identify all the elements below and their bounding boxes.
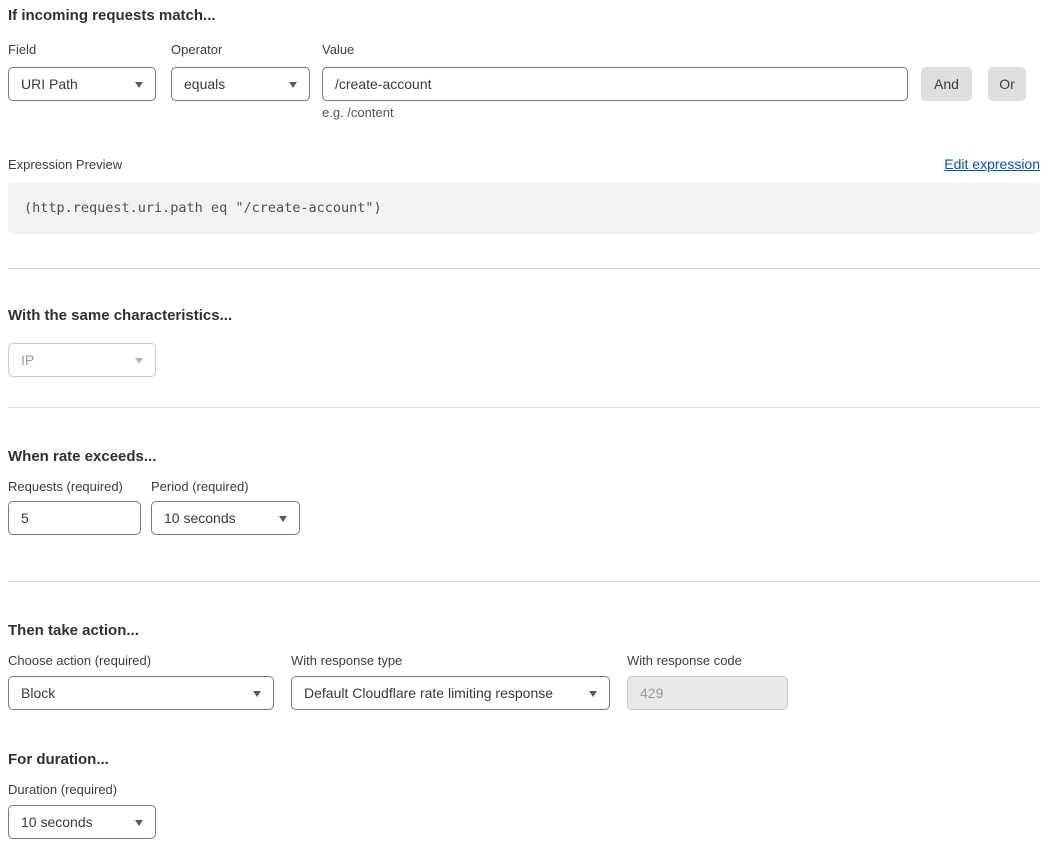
section-heading-duration: For duration... [8,751,1040,768]
action-controls-row: Block Default Cloudflare rate limiting r… [8,676,1040,710]
section-heading-match: If incoming requests match... [8,7,1040,24]
period-select[interactable]: 10 seconds [151,501,300,535]
expression-preview-code: (http.request.uri.path eq "/create-accou… [8,183,1040,234]
field-label: Field [8,43,156,57]
chevron-down-icon [135,358,143,364]
section-take-action: Then take action... Choose action (requi… [8,622,1040,710]
rate-labels-row: Requests (required) Period (required) [8,480,1040,494]
section-heading-rate: When rate exceeds... [8,448,1040,465]
chevron-down-icon [289,82,297,88]
response-code-input [627,676,788,710]
characteristic-select-value: IP [21,352,34,368]
value-hint: e.g. /content [322,106,1040,120]
field-select[interactable]: URI Path [8,67,156,101]
section-heading-characteristics: With the same characteristics... [8,307,1040,324]
match-labels-row: Field Operator Value [8,43,1040,57]
response-code-label: With response code [627,654,788,668]
operator-label: Operator [171,43,310,57]
chevron-down-icon [135,820,143,826]
requests-label: Requests (required) [8,480,141,494]
response-type-select-value: Default Cloudflare rate limiting respons… [304,685,553,701]
chevron-down-icon [135,82,143,88]
action-select-value: Block [21,685,55,701]
characteristic-select: IP [8,343,156,377]
section-incoming-requests-match: If incoming requests match... Field Oper… [8,7,1040,234]
or-button[interactable]: Or [988,67,1026,101]
and-button[interactable]: And [921,67,972,101]
duration-select-value: 10 seconds [21,814,93,830]
duration-label: Duration (required) [8,783,1040,797]
rate-controls-row: 10 seconds [8,501,1040,535]
operator-select[interactable]: equals [171,67,310,101]
section-heading-action: Then take action... [8,622,1040,639]
operator-select-value: equals [184,76,225,92]
duration-select[interactable]: 10 seconds [8,805,156,839]
chevron-down-icon [589,691,597,697]
value-label: Value [322,43,908,57]
chevron-down-icon [279,516,287,522]
chevron-down-icon [253,691,261,697]
value-input[interactable] [322,67,908,101]
match-controls-row: URI Path equals And Or [8,67,1040,101]
section-divider [8,407,1040,408]
choose-action-label: Choose action (required) [8,654,274,668]
action-labels-row: Choose action (required) With response t… [8,654,1040,668]
field-select-value: URI Path [21,76,78,92]
response-type-label: With response type [291,654,610,668]
section-divider [8,268,1040,269]
requests-input[interactable] [8,501,141,535]
period-select-value: 10 seconds [164,510,236,526]
action-select[interactable]: Block [8,676,274,710]
period-label: Period (required) [151,480,300,494]
expression-preview-label: Expression Preview [8,158,122,172]
section-divider [8,581,1040,582]
expression-preview-header: Expression Preview Edit expression [8,157,1040,172]
response-type-select[interactable]: Default Cloudflare rate limiting respons… [291,676,610,710]
section-rate-exceeds: When rate exceeds... Requests (required)… [8,448,1040,535]
section-for-duration: For duration... Duration (required) 10 s… [8,751,1040,839]
rate-limiting-rule-form: If incoming requests match... Field Oper… [0,0,1048,839]
section-same-characteristics: With the same characteristics... IP [8,307,1040,377]
edit-expression-link[interactable]: Edit expression [944,157,1040,172]
